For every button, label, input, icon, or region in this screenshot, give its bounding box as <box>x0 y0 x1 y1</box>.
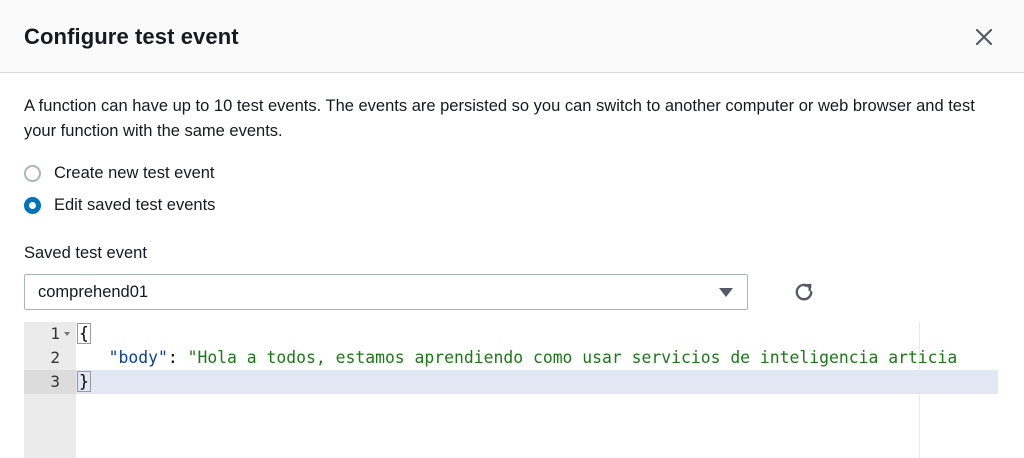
dialog-header: Configure test event <box>0 0 1024 73</box>
saved-test-event-select[interactable]: comprehend01 <box>24 274 748 310</box>
radio-label: Edit saved test events <box>54 195 216 214</box>
saved-test-event-label: Saved test event <box>24 244 147 262</box>
close-button[interactable] <box>968 21 1000 53</box>
open-brace: { <box>77 323 91 344</box>
refresh-button[interactable] <box>790 278 818 306</box>
edit-saved-test-events-radio[interactable]: Edit saved test events <box>24 194 215 216</box>
fold-arrow-icon[interactable] <box>64 332 70 336</box>
close-icon <box>975 28 993 46</box>
code-line-2: "body": "Hola a todos, estamos aprendien… <box>79 346 958 370</box>
code-editor[interactable]: 1 2 3 { "body": "Hola a todos, estamos a… <box>24 322 998 458</box>
line-number: 1 <box>50 324 60 343</box>
create-new-test-event-radio[interactable]: Create new test event <box>24 162 215 184</box>
dialog-title: Configure test event <box>24 24 239 49</box>
active-line-highlight <box>76 370 998 394</box>
dialog-description: A function can have up to 10 test events… <box>24 97 975 140</box>
json-string-value: "Hola a todos, estamos aprendiendo como … <box>187 348 958 367</box>
close-brace: } <box>77 371 91 392</box>
caret-down-icon <box>719 288 733 297</box>
radio-checked[interactable] <box>24 196 41 214</box>
line-number: 3 <box>50 372 60 391</box>
refresh-icon <box>795 283 813 301</box>
json-separator: : <box>167 348 188 367</box>
select-value: comprehend01 <box>38 283 149 301</box>
json-key: "body" <box>108 348 168 367</box>
print-margin <box>919 322 920 458</box>
code-line-3: } <box>77 370 91 394</box>
radio-label: Create new test event <box>54 163 215 182</box>
radio-unchecked[interactable] <box>24 164 41 182</box>
code-line-1: { <box>77 322 91 346</box>
line-number: 2 <box>50 348 60 367</box>
